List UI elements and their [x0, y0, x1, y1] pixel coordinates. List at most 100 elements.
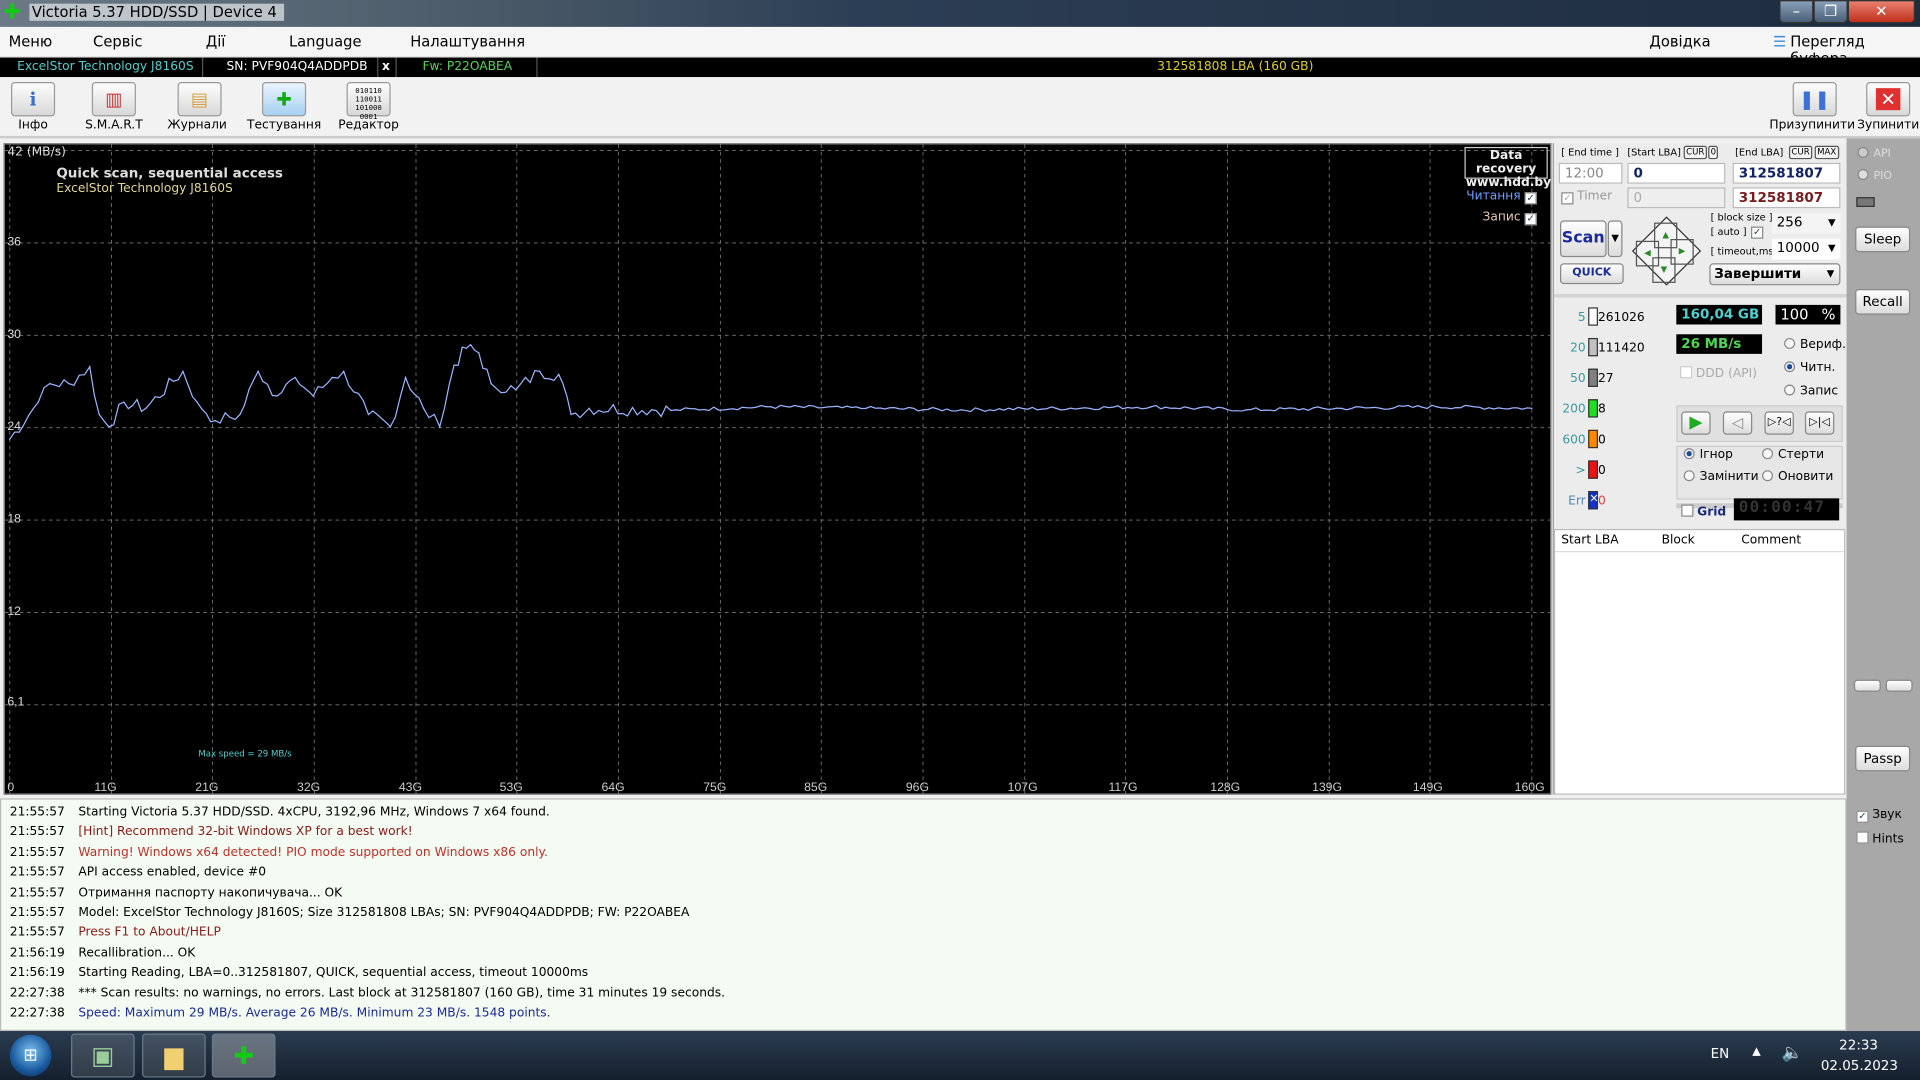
clock-time[interactable]: 22:33: [1839, 1037, 1878, 1053]
data-point: [1531, 407, 1533, 410]
test-button-label[interactable]: Тестування: [241, 119, 327, 132]
y-tick-label: 24: [7, 419, 21, 433]
write-checkbox[interactable]: ✓: [1524, 213, 1537, 226]
menu-item[interactable]: Language: [289, 33, 362, 50]
block-size-select[interactable]: 256 ▼: [1771, 213, 1841, 234]
recall-button[interactable]: Recall: [1855, 288, 1911, 315]
data-point: [960, 409, 962, 411]
action-refresh[interactable]: Оновити: [1762, 470, 1833, 484]
close-device-button[interactable]: x: [382, 58, 390, 78]
scan-button[interactable]: Scan: [1560, 220, 1607, 258]
pio-radio[interactable]: PIO: [1857, 168, 1892, 182]
end-max-button[interactable]: MAX: [1814, 145, 1839, 160]
sleep-button[interactable]: Sleep: [1855, 226, 1911, 253]
start-zero-button[interactable]: 0: [1708, 145, 1719, 160]
x-tick-label: 139G: [1312, 780, 1342, 793]
auto-checkbox[interactable]: ✓: [1751, 226, 1764, 239]
menu-help[interactable]: Довідка: [1649, 33, 1710, 50]
grid-checkbox[interactable]: Grid: [1681, 504, 1726, 519]
close-button[interactable]: ✕: [1847, 0, 1916, 24]
pause-icon[interactable]: ❚❚: [1792, 82, 1837, 117]
menu-item[interactable]: Сервіс: [93, 33, 142, 50]
action-remap[interactable]: Замінити: [1683, 470, 1759, 484]
end-time-input[interactable]: 12:00: [1558, 162, 1623, 184]
start-lba-input[interactable]: 0: [1627, 162, 1726, 184]
legend-read[interactable]: Читання ✓: [1466, 190, 1540, 205]
logs-button-label[interactable]: Журнали: [154, 119, 240, 132]
seek-unknown-icon[interactable]: ▷?◁: [1764, 411, 1794, 435]
x-tick-label: 0: [7, 780, 14, 793]
small-button-right[interactable]: [1885, 679, 1913, 692]
timer-value: 0: [1627, 187, 1726, 209]
hints-checkbox[interactable]: Hints: [1856, 831, 1904, 846]
device-firmware: Fw: P22OABEA: [422, 60, 513, 74]
start-lba-label: [Start LBA]: [1627, 146, 1681, 158]
read-checkbox[interactable]: ✓: [1524, 192, 1537, 205]
small-button-left[interactable]: [1853, 679, 1881, 692]
hdd-by-watermark[interactable]: Data recovery www.hdd.by: [1464, 146, 1551, 190]
pause-button-label[interactable]: Призупинити: [1769, 119, 1855, 132]
action-erase[interactable]: Стерти: [1762, 448, 1824, 462]
quick-button[interactable]: QUICK: [1560, 263, 1624, 285]
language-indicator[interactable]: EN: [1711, 1046, 1730, 1062]
arrow-down-icon[interactable]: ▼: [1652, 257, 1676, 283]
taskbar-app-icon[interactable]: ▣: [71, 1033, 135, 1078]
volume-icon[interactable]: 🔈: [1782, 1043, 1803, 1063]
mode-write[interactable]: Запис: [1784, 384, 1838, 398]
api-radio[interactable]: API: [1857, 146, 1891, 160]
maximize-button[interactable]: ❐: [1813, 0, 1848, 24]
log-timestamp: 21:55:57: [9, 825, 65, 840]
action-ignore[interactable]: Ігнор: [1683, 448, 1733, 462]
menu-item[interactable]: Меню: [9, 33, 53, 50]
victoria-taskbar-icon[interactable]: ✚: [211, 1033, 276, 1078]
column-comment[interactable]: Comment: [1741, 530, 1801, 552]
sound-checkbox[interactable]: ✓ Звук: [1856, 808, 1902, 823]
smart-icon[interactable]: ▥: [91, 82, 136, 117]
info-icon[interactable]: ℹ: [11, 82, 56, 117]
start-cur-button[interactable]: CUR: [1683, 145, 1707, 160]
play-icon[interactable]: ▶: [1681, 411, 1711, 435]
scan-dropdown-icon[interactable]: ▼: [1607, 220, 1623, 258]
scanned-size: 160,04 GB: [1676, 304, 1763, 325]
timer-checkbox[interactable]: ✓ Timer: [1561, 190, 1612, 205]
column-block[interactable]: Block: [1662, 530, 1695, 552]
ddd-api-checkbox[interactable]: DDD (API): [1680, 366, 1757, 381]
smart-button-label[interactable]: S.M.A.R.T: [71, 119, 157, 132]
mode-verify[interactable]: Вериф.: [1784, 337, 1846, 351]
menu-item[interactable]: Дії: [206, 33, 226, 50]
menu-item[interactable]: Налаштування: [410, 33, 525, 50]
logs-folder-icon[interactable]: ▤: [177, 82, 222, 117]
editor-button-label[interactable]: Редактор: [326, 119, 412, 132]
explorer-icon[interactable]: ▆: [142, 1033, 206, 1078]
y-tick-label: 30: [7, 327, 21, 341]
test-kit-icon[interactable]: ✚: [262, 82, 307, 117]
scan-control-panel: [ End time ] [Start LBA] CUR 0 [End LBA]…: [1552, 143, 1848, 795]
log-timestamp: 21:55:57: [9, 886, 65, 900]
minimize-button[interactable]: –: [1779, 0, 1814, 24]
skip-end-icon[interactable]: ▷|◁: [1804, 411, 1835, 435]
info-button-label[interactable]: Інфо: [0, 119, 76, 132]
legend-write[interactable]: Запис ✓: [1483, 211, 1541, 226]
start-button[interactable]: ⊞: [9, 1034, 52, 1077]
clock-date[interactable]: 02.05.2023: [1821, 1058, 1898, 1074]
binary-editor-icon[interactable]: 010110 110011 101000 0001: [346, 82, 391, 121]
column-start-lba[interactable]: Start LBA: [1561, 530, 1618, 552]
stop-icon[interactable]: ✕: [1866, 82, 1911, 117]
timeout-select[interactable]: 10000 ▼: [1771, 238, 1841, 260]
stat-row: 50 27: [1554, 367, 1674, 391]
passport-button[interactable]: Passp: [1855, 745, 1911, 772]
rewind-icon[interactable]: ◁: [1722, 411, 1753, 435]
end-cur-button[interactable]: CUR: [1788, 145, 1813, 160]
mode-read[interactable]: Читн.: [1784, 361, 1835, 375]
data-point: [1435, 406, 1438, 408]
log-message: Starting Reading, LBA=0..312581807, QUIC…: [78, 966, 589, 980]
tray-arrow-icon[interactable]: ▲: [1752, 1046, 1760, 1058]
navigation-pad[interactable]: ▲ ▶ ◀ ▼: [1631, 216, 1702, 286]
stat-color-box: [1588, 429, 1598, 449]
block-time-stats: 5 261026 20 111420 50 27 200 8 600 0 >0 Err ✕ 0: [1554, 306, 1674, 526]
x-tick-label: 11G: [94, 780, 116, 793]
stop-button-label[interactable]: Зупинити: [1845, 119, 1920, 132]
device-model[interactable]: ExcelStor Technology J8160S: [17, 58, 193, 78]
finish-action-select[interactable]: Завершити ▼: [1709, 263, 1841, 286]
end-lba-input[interactable]: 312581807: [1732, 162, 1841, 184]
